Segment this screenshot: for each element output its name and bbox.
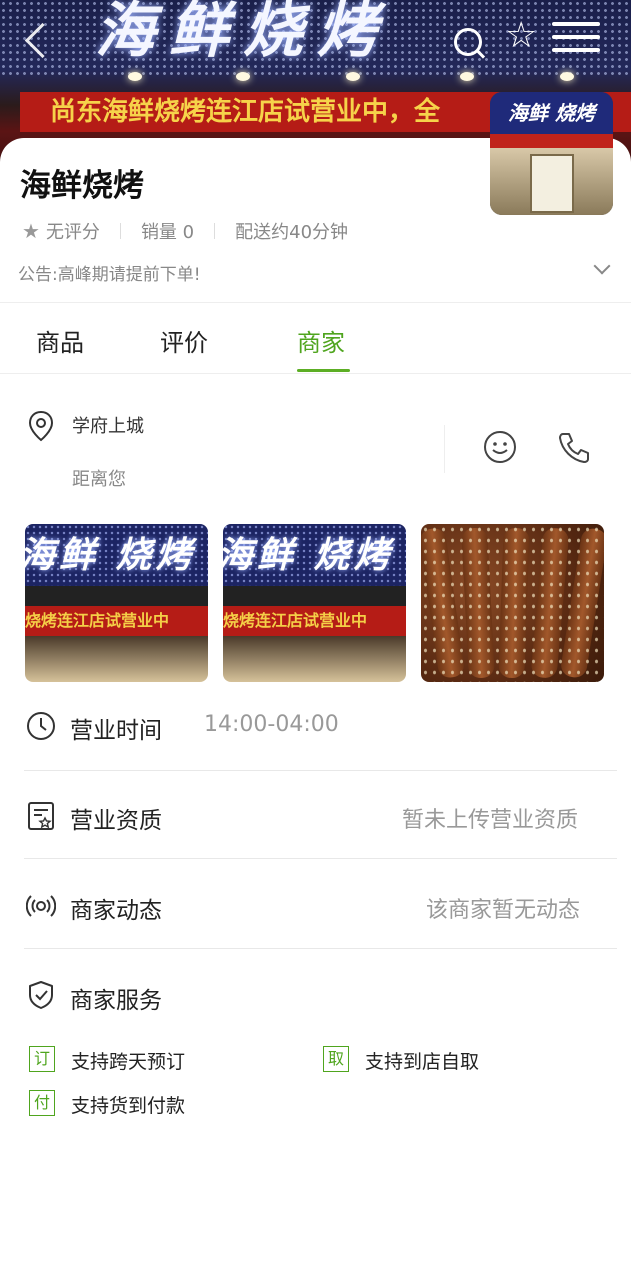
food-photo[interactable] (421, 524, 604, 682)
active-tab-indicator (297, 369, 350, 372)
license-icon (28, 802, 54, 830)
favorite-star-icon[interactable]: ☆ (505, 18, 537, 54)
service-badge-cod: 付 (29, 1090, 55, 1116)
broadcast-icon (26, 895, 56, 917)
rating-star-icon: ★ (22, 219, 40, 243)
location-pin-icon (28, 410, 54, 442)
store-photo-2[interactable]: 海鲜 烧烤 烧烤连江店试营业中 (223, 524, 406, 682)
service-text-pickup: 支持到店自取 (365, 1051, 480, 1073)
shop-distance: 距离您 (72, 469, 126, 490)
shop-thumbnail[interactable]: 海鲜 烧烤 (490, 92, 613, 215)
thumb-sign: 海鲜 烧烤 (490, 92, 613, 134)
business-license-label[interactable]: 营业资质 (70, 801, 162, 835)
banner-lights (0, 70, 631, 90)
service-badge-reserve: 订 (29, 1046, 55, 1072)
business-hours-label: 营业时间 (70, 718, 162, 744)
tab-merchant[interactable]: 商家 (297, 323, 345, 358)
merchant-services-label: 商家服务 (70, 988, 162, 1014)
sales-text: 销量 0 (140, 222, 195, 243)
service-text-reserve: 支持跨天预订 (71, 1051, 186, 1073)
store-photo-1[interactable]: 海鲜 烧烤 烧烤连江店试营业中 (25, 524, 208, 682)
tab-reviews[interactable]: 评价 (160, 323, 208, 358)
business-hours-value: 14:00-04:00 (204, 712, 339, 737)
shop-stats: ★ 无评分 销量 0 配送约40分钟 (22, 218, 348, 244)
merchant-news-value: 该商家暂无动态 (426, 898, 581, 923)
divider (214, 223, 216, 239)
chat-icon[interactable] (483, 430, 517, 464)
banner-sign-text: 海鲜烧烤 (95, 0, 391, 66)
search-icon[interactable] (454, 28, 482, 56)
divider (119, 223, 121, 239)
service-text-cod: 支持货到付款 (71, 1095, 186, 1117)
shop-name: 海鲜烧烤 (20, 168, 144, 204)
business-license-value: 暂未上传营业资质 (402, 808, 579, 833)
tab-bar: 商品 评价 商家 (0, 303, 631, 373)
tab-products[interactable]: 商品 (36, 323, 84, 358)
delivery-time-text: 配送约40分钟 (235, 222, 349, 243)
clock-icon (27, 712, 55, 740)
rating-text: 无评分 (45, 222, 100, 243)
shield-check-icon (29, 981, 53, 1009)
service-badge-pickup: 取 (323, 1046, 349, 1072)
menu-icon[interactable] (552, 22, 600, 56)
shop-notice[interactable]: 公告:高峰期请提前下单! (18, 260, 201, 285)
phone-icon[interactable] (557, 430, 591, 464)
shop-address[interactable]: 学府上城 (72, 412, 144, 438)
merchant-news-label[interactable]: 商家动态 (70, 891, 162, 925)
